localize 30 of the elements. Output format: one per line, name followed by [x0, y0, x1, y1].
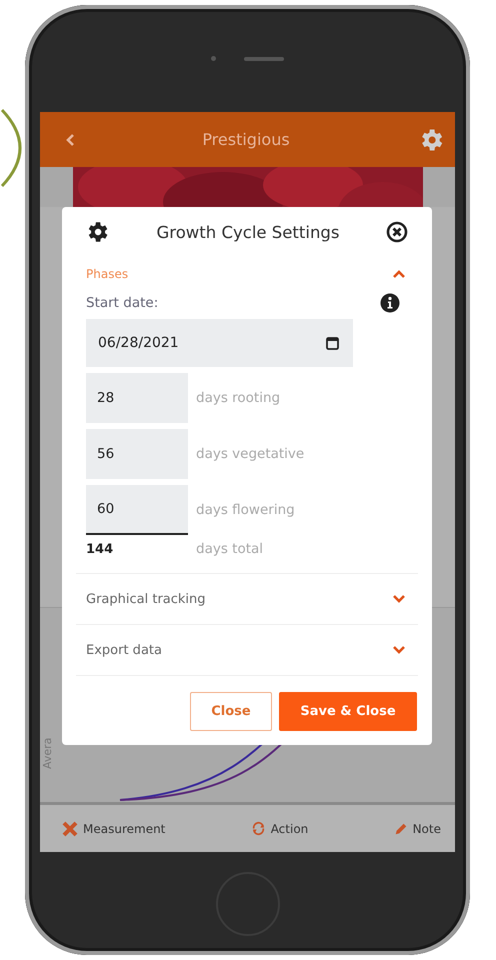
toolbar-button[interactable]: Measurement — [58, 818, 170, 838]
save-button[interactable]: Save & Close — [279, 692, 417, 731]
refresh-icon — [250, 821, 266, 836]
speaker-slot — [244, 56, 284, 60]
number-field[interactable]: 56 — [86, 429, 188, 479]
phase-label: days vegetative — [196, 446, 304, 462]
info-icon[interactable] — [380, 293, 400, 313]
section-header[interactable]: Export data — [76, 625, 418, 675]
camera-dot — [211, 56, 216, 61]
calendar-icon — [326, 336, 339, 350]
chevron-icon — [392, 594, 406, 604]
close-icon[interactable] — [386, 221, 408, 243]
back-icon[interactable] — [65, 132, 75, 146]
number-field[interactable]: 60 — [86, 485, 188, 535]
toolbar-button[interactable]: Action — [246, 819, 312, 838]
chevron-icon — [392, 645, 406, 655]
chevron-icon — [392, 269, 406, 279]
total-label: days total — [196, 541, 264, 557]
date-field[interactable]: 06/28/2021 — [86, 319, 353, 367]
number-field[interactable]: 28 — [86, 373, 188, 423]
total-value: 144 — [86, 542, 114, 556]
dialog-title: Growth Cycle Settings — [156, 222, 340, 242]
page-title: Prestigious — [201, 130, 291, 149]
pencil-icon — [394, 822, 408, 836]
phase-label: days flowering — [196, 502, 295, 518]
section-header[interactable]: Graphical tracking — [76, 574, 418, 624]
field-label: Start date: — [86, 295, 158, 311]
phase-label: days rooting — [196, 390, 280, 406]
toolbar-button[interactable]: Note — [390, 820, 445, 838]
close-button[interactable]: Close — [190, 692, 272, 731]
